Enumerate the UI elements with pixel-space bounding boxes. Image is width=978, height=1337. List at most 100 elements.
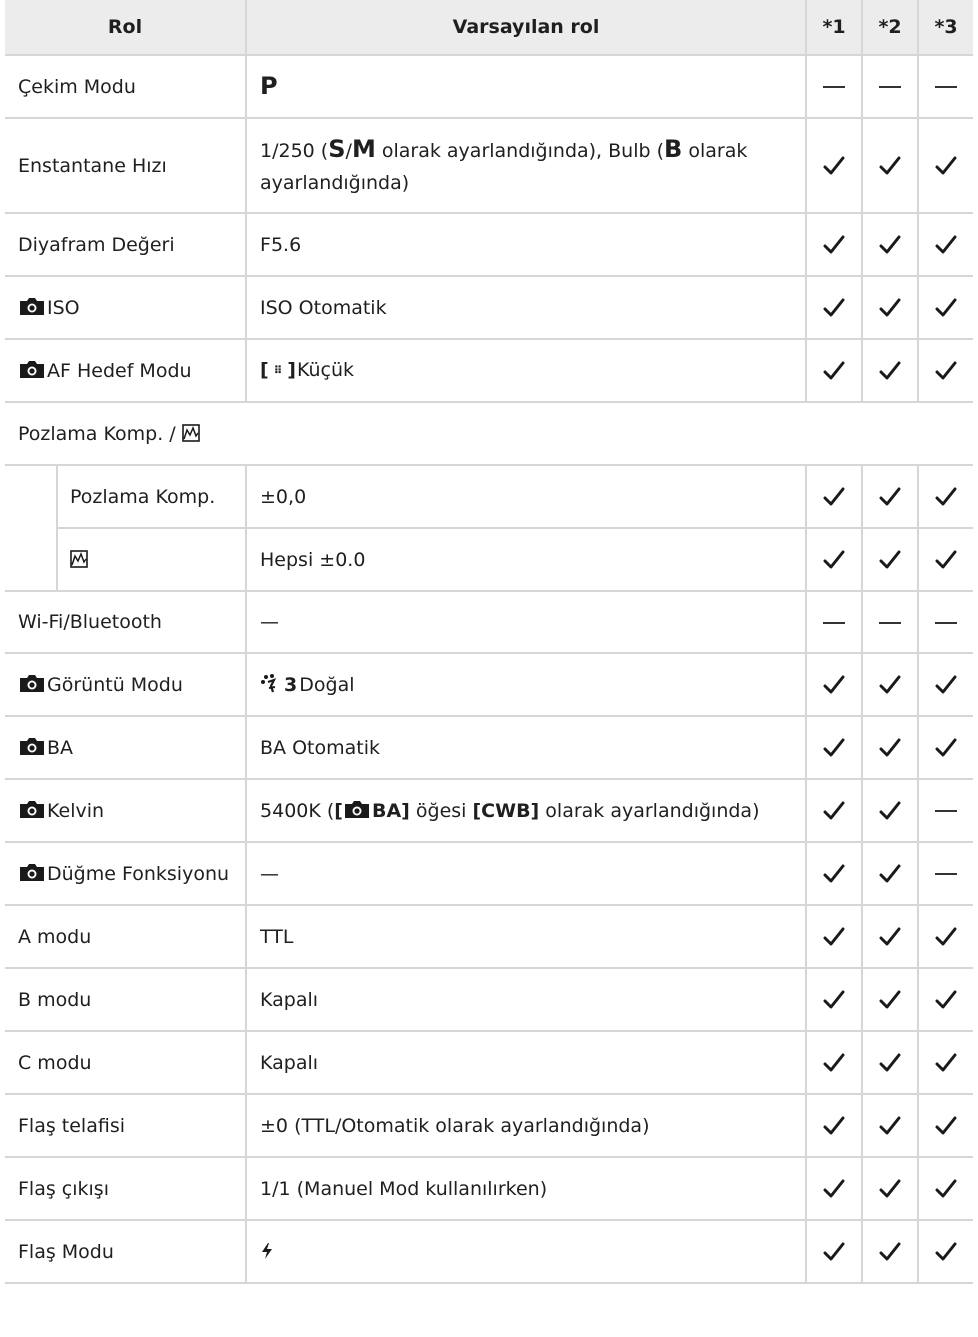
check-icon: [935, 155, 957, 177]
check-icon: [935, 926, 957, 948]
table-row: ISO ISO Otomatik: [5, 276, 974, 340]
check-icon: [879, 1241, 901, 1263]
value-text: [CWB]: [472, 799, 540, 822]
value-text: olarak ayarlandığında): [539, 799, 760, 822]
row-value: 1/250 (S/M olarak ayarlandığında), Bulb …: [245, 118, 807, 214]
row-value: ±0 (TTL/Otomatik olarak ayarlandığında): [245, 1094, 807, 1158]
check-icon: [935, 1178, 957, 1200]
check-icon: [879, 234, 901, 256]
flash-icon: [260, 1242, 274, 1260]
check-icon: [935, 674, 957, 696]
check-icon: [823, 800, 845, 822]
table-row: Düğme Fonksiyonu —: [5, 842, 974, 906]
check-icon: [935, 297, 957, 319]
label-text: Kelvin: [47, 800, 105, 822]
dash-icon: [935, 86, 958, 88]
row-label: Enstantane Hızı: [5, 118, 247, 214]
row-value: ±0,0: [245, 465, 807, 529]
check-icon: [879, 926, 901, 948]
label-text: BA: [47, 737, 74, 759]
row-value: F5.6: [245, 213, 807, 277]
row-value: BA Otomatik: [245, 716, 807, 780]
table-row: Flaş Modu: [5, 1220, 974, 1284]
row-label: B modu: [5, 968, 247, 1032]
check-icon: [879, 549, 901, 571]
table-row: Görüntü Modu 3 Doğal: [5, 653, 974, 717]
table-row: Flaş çıkışı 1/1 (Manuel Mod kullanılırke…: [5, 1157, 974, 1221]
row-value: Kapalı: [245, 1031, 807, 1095]
camera-icon: [18, 862, 46, 882]
dash-icon: [935, 810, 958, 812]
row-label: Pozlama Komp.: [55, 465, 247, 529]
label-text: Görüntü Modu: [47, 674, 183, 696]
label-text: Düğme Fonksiyonu: [47, 863, 230, 885]
bracket: [: [260, 359, 270, 381]
check-icon: [935, 1241, 957, 1263]
check-icon: [823, 234, 845, 256]
check-icon: [823, 674, 845, 696]
value-text: öğesi: [409, 799, 473, 822]
dash-icon: [935, 873, 958, 875]
check-icon: [935, 549, 957, 571]
check-icon: [935, 486, 957, 508]
check-icon: [935, 234, 957, 256]
table-row: Diyafram Değeri F5.6: [5, 213, 974, 277]
table-row: Enstantane Hızı 1/250 (S/M olarak ayarla…: [5, 118, 974, 214]
row-value: 3 Doğal: [245, 653, 807, 717]
row-label: Flaş telafisi: [5, 1094, 247, 1158]
check-icon: [879, 1178, 901, 1200]
camera-icon: [18, 673, 46, 693]
row-value: ISO Otomatik: [245, 276, 807, 340]
camera-icon: [343, 799, 371, 819]
row-label: Diyafram Değeri: [5, 213, 247, 277]
table-row: Flaş telafisi ±0 (TTL/Otomatik olarak ay…: [5, 1094, 974, 1158]
row-value: [245, 1220, 807, 1284]
row-value: TTL: [245, 905, 807, 969]
mode-p-glyph: P: [260, 71, 278, 100]
check-icon: [823, 863, 845, 885]
table-row: A modu TTL: [5, 905, 974, 969]
table-row: B modu Kapalı: [5, 968, 974, 1032]
row-value: Hepsi ±0.0: [245, 528, 807, 592]
camera-icon: [18, 736, 46, 756]
indent-spacer: [5, 465, 57, 528]
row-value: P: [245, 55, 807, 119]
table-row: Wi-Fi/Bluetooth —: [5, 591, 974, 654]
row-label: Kelvin: [5, 779, 247, 843]
row-value: —: [245, 591, 807, 654]
header-n2: *2: [862, 0, 920, 56]
table-row: Çekim Modu P: [5, 55, 974, 119]
table-row: Kelvin 5400K ([BA] öğesi [CWB] olarak ay…: [5, 779, 974, 843]
check-icon: [823, 926, 845, 948]
check-icon: [879, 486, 901, 508]
row-value: 5400K ([BA] öğesi [CWB] olarak ayarlandı…: [245, 779, 807, 843]
row-label: ISO: [5, 276, 247, 340]
check-icon: [879, 737, 901, 759]
check-icon: [823, 486, 845, 508]
check-icon: [823, 989, 845, 1011]
label-text: AF Hedef Modu: [47, 360, 192, 382]
picture-mode-number: 3: [284, 673, 298, 696]
table-header-row: Rol Varsayılan rol *1 *2 *3: [5, 0, 974, 56]
group-row: Pozlama Komp. /: [5, 402, 974, 466]
header-n1: *1: [806, 0, 864, 56]
camera-icon: [18, 296, 46, 316]
value-text: Doğal: [299, 673, 355, 696]
row-value: —: [245, 842, 807, 906]
check-icon: [879, 674, 901, 696]
row-label: BA: [5, 716, 247, 780]
table-row: AF Hedef Modu [⠿]Küçük: [5, 339, 974, 403]
dash-icon: [935, 621, 958, 624]
row-label: Flaş çıkışı: [5, 1157, 247, 1221]
value-text: olarak ayarlandığında), Bulb (: [375, 139, 665, 162]
dash-icon: [879, 621, 902, 624]
check-icon: [879, 989, 901, 1011]
value-text: 5400K (: [260, 799, 335, 822]
row-label: Görüntü Modu: [5, 653, 247, 717]
check-icon: [935, 989, 957, 1011]
value-text: BA]: [371, 799, 410, 822]
camera-icon: [18, 799, 46, 819]
histogram-icon: [70, 550, 88, 568]
picture-mode-icon: [260, 673, 284, 693]
check-icon: [935, 737, 957, 759]
